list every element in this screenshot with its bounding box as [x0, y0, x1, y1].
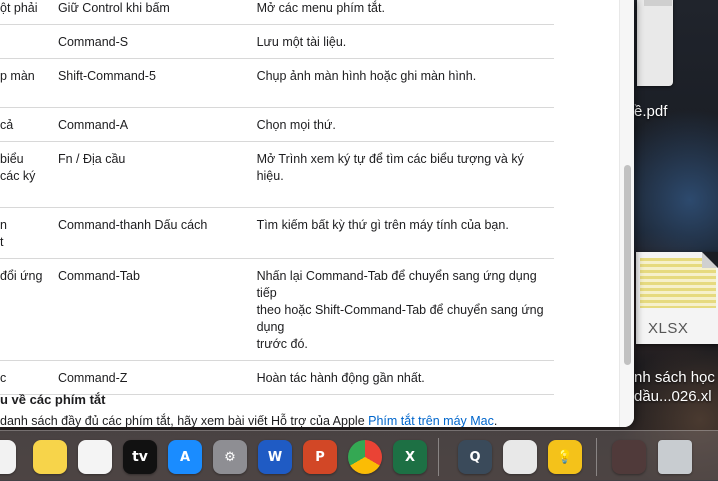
section-end: . [493, 414, 498, 427]
shortcut-name-cell: p màn [0, 59, 58, 108]
tips-icon[interactable]: 💡 [548, 440, 582, 474]
apple-tv-icon[interactable]: tv [123, 440, 157, 474]
shortcut-keys-cell: Shift-Command-5 [58, 59, 257, 108]
description-line: Chọn mọi thứ. [256, 118, 336, 132]
shortcut-name-cell: biểu các ký [0, 142, 58, 208]
chrome-icon[interactable] [348, 440, 382, 474]
xlsx-thumb-label: XLSX [648, 320, 689, 337]
shortcut-name: p màn [0, 69, 35, 83]
shortcut-keys-cell: Command-Z [58, 361, 257, 395]
shortcut-keys-cell: Command-S [58, 25, 257, 59]
desktop-file-pdf-label[interactable]: ề.pdf [634, 103, 667, 120]
shortcut-name: c [0, 371, 7, 385]
notes-icon[interactable] [33, 440, 67, 474]
shortcut-keys-cell: Fn / Địa cầu [58, 142, 257, 208]
table-row: cả Command-A Chọn mọi thứ. [0, 108, 554, 142]
table-row: ột phải Giữ Control khi bấm Mở các menu ph… [0, 0, 554, 25]
section-paragraph: danh sách đầy đủ các phím tắt, hãy xem b… [0, 414, 497, 427]
system-settings-icon[interactable]: ⚙ [213, 440, 247, 474]
dock-separator [596, 438, 597, 476]
shortcut-keys: Fn / Địa cầu [57, 152, 126, 166]
shortcut-keys: Command-thanh Dấu cách [57, 218, 208, 232]
shortcut-name-cell: c [0, 361, 58, 395]
shortcut-name-cell [0, 25, 58, 59]
shortcut-keys-cell: Command-A [58, 108, 257, 142]
description-line: trước đó. [256, 337, 308, 351]
section-text: danh sách đầy đủ các phím tắt, hãy xem b… [0, 414, 369, 427]
shortcut-description-cell: Hoàn tác hành động gần nhất. [257, 361, 554, 395]
shortcut-name-cell: cả [0, 108, 58, 142]
shortcut-table: ột phải Giữ Control khi bấm Mở các menu ph… [0, 0, 554, 395]
dock-separator [438, 438, 439, 476]
file-fold [644, 0, 672, 6]
description-line: Chụp ảnh màn hình hoặc ghi màn hình. [256, 69, 477, 83]
description-line: theo hoặc Shift-Command-Tab để chuyển sa… [256, 303, 544, 334]
word-icon[interactable]: W [258, 440, 292, 474]
description-line: Mở các menu phím tắt. [256, 1, 385, 15]
desktop-file-xlsx-label-line2[interactable]: dầu...026.xl [634, 388, 712, 405]
file-fold [702, 252, 718, 268]
app-store-icon[interactable]: A [168, 440, 202, 474]
reminders-icon[interactable] [0, 440, 16, 474]
table-row: c Command-Z Hoàn tác hành động gần nhất. [0, 361, 554, 395]
section-title: u về các phím tắt [0, 392, 106, 407]
description-line: Hoàn tác hành động gần nhất. [256, 371, 425, 385]
scrollbar-thumb[interactable] [624, 165, 631, 365]
table-row: đổi ứng Command-Tab Nhấn lại Command-Tab đ… [0, 259, 554, 361]
shortcut-keys: Command-Tab [57, 269, 140, 283]
shortcut-name: ột phải [0, 1, 38, 15]
shortcut-name: cả [0, 118, 14, 132]
photo-booth-icon[interactable] [612, 440, 646, 474]
quicktime-icon[interactable]: Q [458, 440, 492, 474]
excel-icon[interactable]: X [393, 440, 427, 474]
shortcut-keys-cell: Command-thanh Dấu cách [58, 208, 257, 259]
shortcuts-link[interactable]: Phím tắt trên máy Mac [368, 414, 494, 427]
table-row: Command-S Lưu một tài liệu. [0, 25, 554, 59]
powerpoint-icon[interactable]: P [303, 440, 337, 474]
shortcut-name: đổi ứng [0, 269, 43, 283]
vertical-scrollbar[interactable] [619, 0, 634, 427]
help-article-window: ột phải Giữ Control khi bấm Mở các menu ph… [0, 0, 634, 427]
archive-utility-icon[interactable] [503, 440, 537, 474]
trash-icon[interactable] [658, 440, 692, 474]
desktop-file-xlsx-label-line1[interactable]: nh sách học [634, 369, 715, 386]
shortcut-keys: Shift-Command-5 [57, 69, 156, 83]
description-line: Nhấn lại Command-Tab để chuyển sang ứng … [256, 269, 537, 300]
shortcut-description-cell: Mở Trình xem ký tự để tìm các biểu tượng… [257, 142, 554, 208]
shortcut-description-cell: Lưu một tài liệu. [257, 25, 554, 59]
freeform-icon[interactable] [78, 440, 112, 474]
shortcut-description-cell: Chụp ảnh màn hình hoặc ghi màn hình. [257, 59, 554, 108]
shortcut-name: n t [0, 218, 7, 249]
table-row: biểu các ký Fn / Địa cầu Mở Trình xem ký t… [0, 142, 554, 208]
shortcut-keys-cell: Giữ Control khi bấm [58, 0, 257, 25]
description-line: Lưu một tài liệu. [256, 35, 347, 49]
desktop-file-pdf-thumbnail[interactable] [637, 0, 673, 86]
shortcut-name: biểu các ký [0, 152, 36, 183]
shortcut-keys-cell: Command-Tab [58, 259, 257, 361]
shortcut-keys: Giữ Control khi bấm [57, 1, 170, 15]
shortcut-description-cell: Mở các menu phím tắt. [257, 0, 554, 25]
description-line: Tìm kiếm bất kỳ thứ gì trên máy tính của… [256, 218, 509, 232]
description-line: Mở Trình xem ký tự để tìm các biểu tượng… [256, 152, 524, 183]
shortcut-keys: Command-S [57, 35, 129, 49]
shortcut-name-cell: n t [0, 208, 58, 259]
shortcut-description-cell: Tìm kiếm bất kỳ thứ gì trên máy tính của… [257, 208, 554, 259]
shortcut-keys: Command-A [57, 118, 129, 132]
table-row: p màn Shift-Command-5 Chụp ảnh màn hình ho… [0, 59, 554, 108]
shortcut-description-cell: Nhấn lại Command-Tab để chuyển sang ứng … [257, 259, 554, 361]
shortcut-description-cell: Chọn mọi thứ. [257, 108, 554, 142]
shortcut-keys: Command-Z [57, 371, 128, 385]
shortcut-name-cell: đổi ứng [0, 259, 58, 361]
table-row: n t Command-thanh Dấu cách Tìm kiếm bất kỳ… [0, 208, 554, 259]
shortcut-name-cell: ột phải [0, 0, 58, 25]
